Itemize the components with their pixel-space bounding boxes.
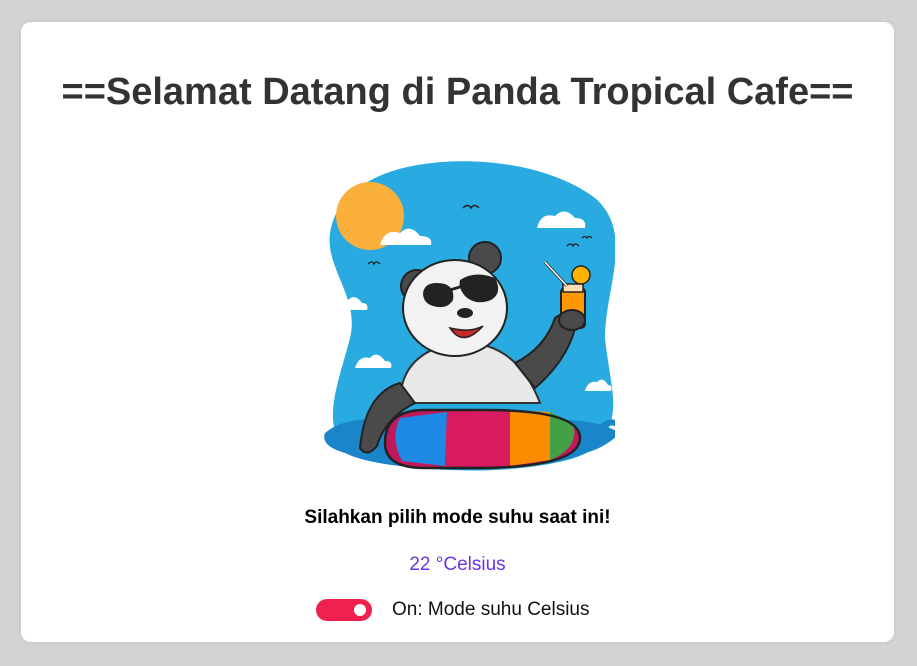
welcome-card: ==Selamat Datang di Panda Tropical Cafe=… [21,22,894,642]
celsius-toggle-row: On: Mode suhu Celsius [316,598,590,622]
panda-illustration [324,161,615,471]
mode-prompt: Silahkan pilih mode suhu saat ini! [304,507,611,528]
page-title: ==Selamat Datang di Panda Tropical Cafe=… [61,71,854,113]
celsius-toggle-switch[interactable] [316,599,372,621]
swim-ring [383,408,582,470]
toggle-knob [354,604,366,616]
toggle-label: On: Mode suhu Celsius [392,599,590,620]
temperature-display: 22 °Celsius [409,554,506,575]
